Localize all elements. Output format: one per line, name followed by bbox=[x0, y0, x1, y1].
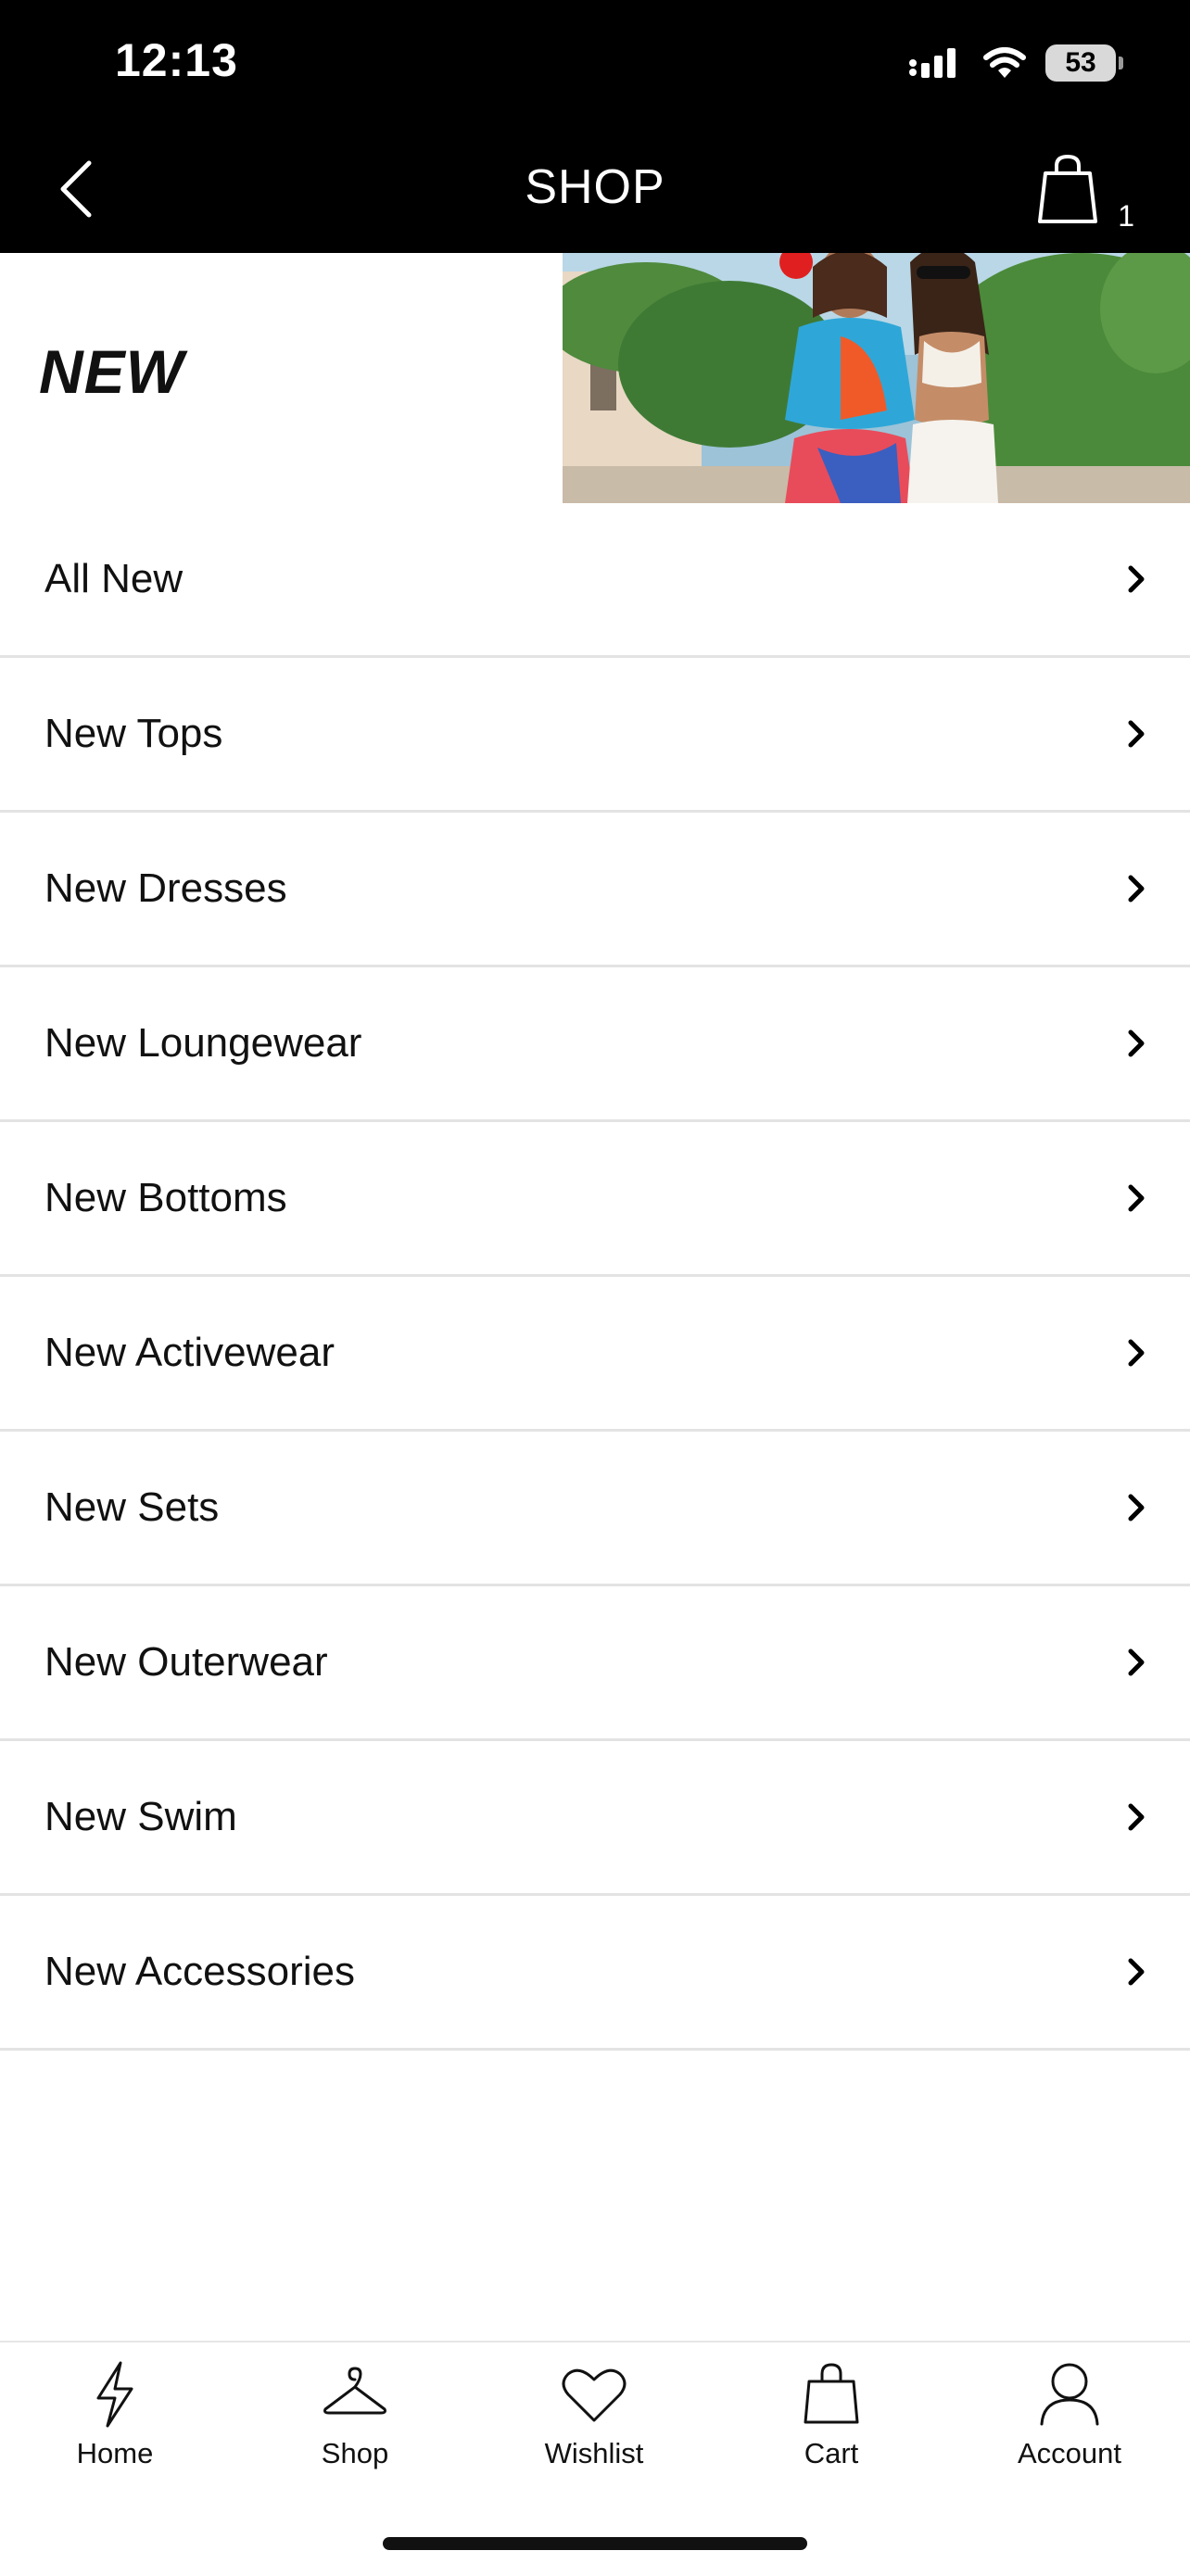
shopping-bag-icon bbox=[804, 2363, 859, 2424]
tab-label: Shop bbox=[321, 2437, 389, 2469]
category-row-new-activewear[interactable]: New Activewear bbox=[0, 1277, 1190, 1432]
chevron-right-icon bbox=[1128, 1494, 1145, 1522]
category-row-new-loungewear[interactable]: New Loungewear bbox=[0, 967, 1190, 1122]
chevron-right-icon bbox=[1128, 1029, 1145, 1057]
tab-account[interactable]: Account bbox=[977, 2359, 1162, 2470]
chevron-right-icon bbox=[1128, 1339, 1145, 1367]
chevron-right-icon bbox=[1128, 1958, 1145, 1986]
category-list: All New New Tops New Dresses New Loungew… bbox=[0, 503, 1190, 2051]
category-label: New Swim bbox=[44, 1794, 237, 1839]
lightning-icon bbox=[96, 2361, 133, 2428]
chevron-right-icon bbox=[1128, 1803, 1145, 1831]
category-row-new-dresses[interactable]: New Dresses bbox=[0, 813, 1190, 967]
category-row-new-tops[interactable]: New Tops bbox=[0, 658, 1190, 813]
category-label: New Sets bbox=[44, 1484, 220, 1530]
category-label: New Dresses bbox=[44, 865, 287, 911]
tab-label: Wishlist bbox=[544, 2437, 644, 2469]
banner-title: NEW bbox=[39, 337, 184, 406]
battery-indicator: 53 bbox=[1045, 44, 1123, 82]
tab-label: Cart bbox=[804, 2437, 859, 2469]
cellular-signal-icon bbox=[909, 48, 956, 78]
category-label: New Loungewear bbox=[44, 1020, 362, 1066]
status-time: 12:13 bbox=[115, 34, 238, 86]
category-row-all-new[interactable]: All New bbox=[0, 503, 1190, 658]
tab-shop[interactable]: Shop bbox=[262, 2359, 448, 2470]
category-label: New Outerwear bbox=[44, 1639, 328, 1685]
cart-button[interactable]: 1 bbox=[1032, 153, 1134, 236]
tab-wishlist[interactable]: Wishlist bbox=[501, 2359, 687, 2470]
app-header: 12:13 53 SHOP 1 bbox=[0, 0, 1190, 253]
shopping-bag-icon bbox=[1038, 154, 1097, 223]
cart-count-badge: 1 bbox=[1118, 199, 1134, 233]
category-label: New Activewear bbox=[44, 1330, 335, 1375]
tab-home[interactable]: Home bbox=[22, 2359, 208, 2470]
category-row-new-outerwear[interactable]: New Outerwear bbox=[0, 1586, 1190, 1741]
page-title: SHOP bbox=[525, 160, 665, 214]
category-label: All New bbox=[44, 556, 184, 601]
tab-label: Home bbox=[76, 2437, 154, 2469]
user-icon bbox=[1040, 2363, 1099, 2426]
status-icons: 53 bbox=[908, 44, 1123, 82]
category-row-new-bottoms[interactable]: New Bottoms bbox=[0, 1122, 1190, 1277]
chevron-right-icon bbox=[1128, 720, 1145, 748]
chevron-right-icon bbox=[1128, 1184, 1145, 1212]
category-row-new-swim[interactable]: New Swim bbox=[0, 1741, 1190, 1896]
hanger-icon bbox=[323, 2367, 386, 2415]
heart-icon bbox=[562, 2368, 627, 2422]
chevron-right-icon bbox=[1128, 875, 1145, 903]
new-banner[interactable]: NEW bbox=[0, 253, 1190, 503]
wifi-icon bbox=[983, 47, 1026, 78]
category-label: New Bottoms bbox=[44, 1175, 287, 1220]
chevron-right-icon bbox=[1128, 1648, 1145, 1676]
tab-label: Account bbox=[1017, 2437, 1121, 2469]
category-label: New Accessories bbox=[44, 1949, 356, 1994]
home-indicator[interactable] bbox=[383, 2537, 807, 2550]
category-row-new-accessories[interactable]: New Accessories bbox=[0, 1896, 1190, 2051]
tab-cart[interactable]: Cart bbox=[739, 2359, 924, 2470]
category-row-new-sets[interactable]: New Sets bbox=[0, 1432, 1190, 1586]
chevron-right-icon bbox=[1128, 565, 1145, 593]
category-label: New Tops bbox=[44, 711, 223, 756]
banner-photo bbox=[563, 253, 1190, 503]
